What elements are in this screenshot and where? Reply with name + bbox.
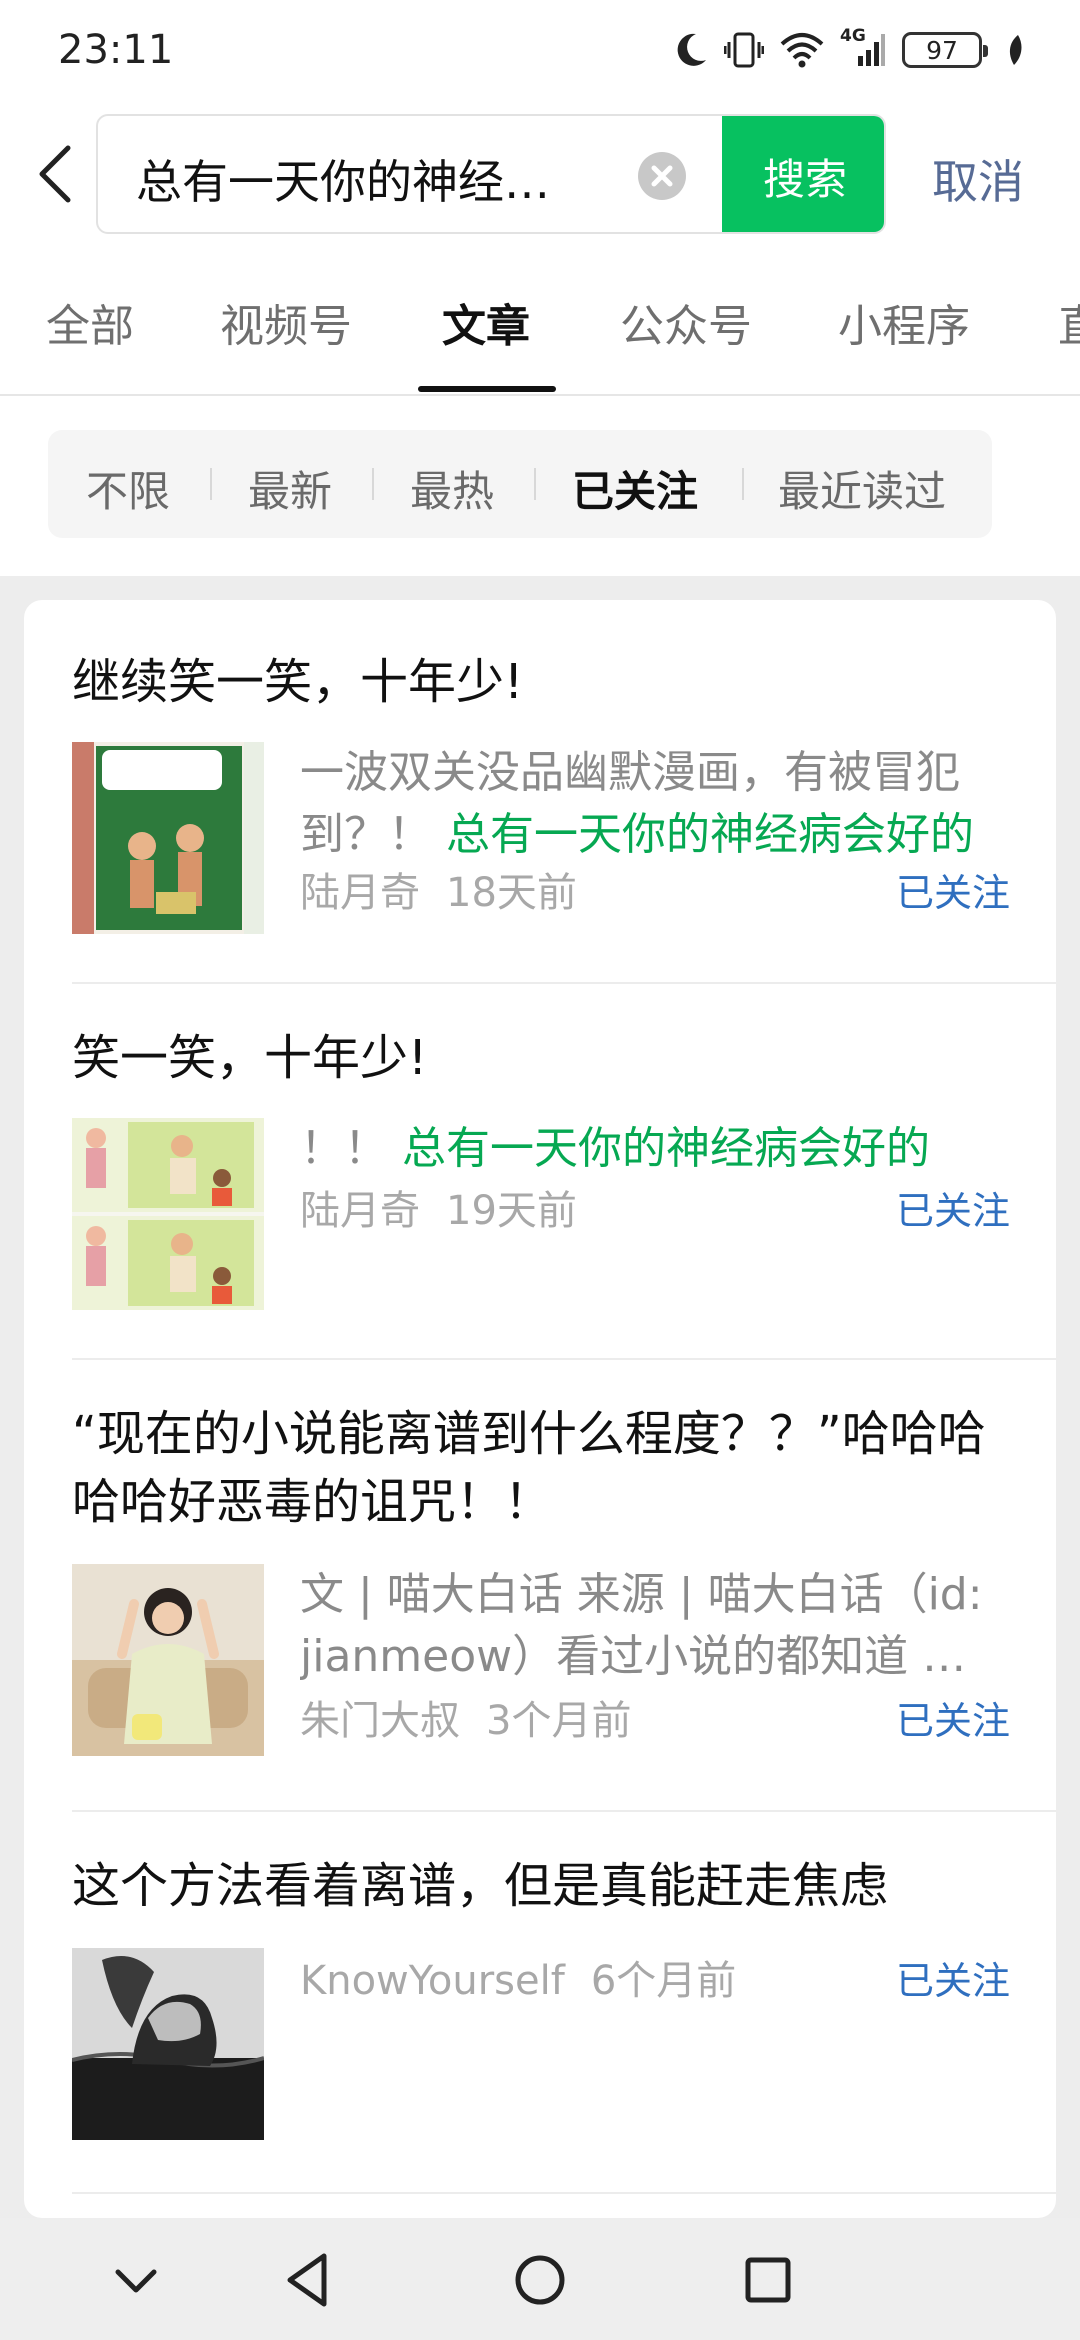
search-input[interactable]: 总有一天你的神经… 搜索 [96,114,886,234]
search-query[interactable]: 总有一天你的神经… [136,146,616,212]
back-arrow-icon[interactable] [30,142,86,206]
back-triangle-icon[interactable] [278,2248,342,2312]
filter-divider [742,468,744,500]
article-snippet: ！！ 总有一天你的神经病会好的 [300,1118,1010,1180]
snippet-text: ！！ [300,1123,388,1174]
tab-articles[interactable]: 文章 [442,290,530,354]
article-meta: 陆月奇 18天前 [300,860,577,918]
tab-mini-programs[interactable]: 小程序 [838,290,970,354]
article-thumbnail[interactable] [72,1118,264,1310]
followed-badge: 已关注 [895,1699,1010,1743]
snippet-line-2: jianmeow）看过小说的都知道 反… [300,1631,1010,1682]
wifi-icon [780,33,824,68]
article-snippet: 文 | 喵大白话 来源 | 喵大白话（id: jianmeow）看过小说的都知道… [300,1564,1010,1688]
article-author: 陆月奇 [300,1188,420,1234]
article-result[interactable]: “现在的小说能离谱到什么程度？？”哈哈哈哈哈好恶毒的诅咒！！ 文 | 喵大白话 … [72,1400,1056,1812]
filter-divider [210,468,212,500]
search-button[interactable]: 搜索 [722,116,884,232]
article-title[interactable]: 笑一笑，十年少! [72,1024,1022,1092]
status-bar: 23:11 4G 97 [0,0,1080,100]
active-tab-indicator [418,386,556,392]
article-title[interactable]: 这个方法看着离谱，但是真能赶走焦虑 [72,1852,1022,1920]
followed-badge: 已关注 [895,1959,1010,2003]
clear-icon[interactable] [638,152,686,200]
article-meta: 陆月奇 19天前 [300,1178,577,1236]
tab-live[interactable]: 直 [1058,290,1080,354]
tab-all[interactable]: 全部 [46,290,134,354]
article-time: 19天前 [446,1188,577,1234]
article-thumbnail[interactable] [72,1948,264,2140]
recents-square-icon[interactable] [736,2248,800,2312]
article-thumbnail[interactable] [72,1564,264,1756]
article-thumbnail[interactable] [72,742,264,934]
category-tabs: 全部 视频号 文章 公众号 小程序 直 [0,250,1080,396]
article-author: KnowYourself [300,1958,565,2004]
chevron-down-icon[interactable] [104,2248,168,2312]
article-time: 6个月前 [590,1958,737,2004]
article-result[interactable]: 这个方法看着离谱，但是真能赶走焦虑 KnowYourself 6个月前 已关注 [72,1852,1056,2194]
results-list: 继续笑一笑，十年少! 一波双关没品幽默漫画，有被冒犯到？！ 总有一天你的神经病会… [24,600,1056,2218]
article-author: 陆月奇 [300,870,420,916]
article-time: 18天前 [446,870,577,916]
snippet-line-1: 文 | 喵大白话 来源 | 喵大白话（id: [300,1569,983,1620]
article-snippet: 一波双关没品幽默漫画，有被冒犯到？！ 总有一天你的神经病会好的 [300,742,1010,866]
snippet-keyword: 总有一天你的神经病会好的 [402,1123,930,1174]
article-meta: KnowYourself 6个月前 [300,1948,736,2006]
cancel-button[interactable]: 取消 [932,146,1024,212]
home-circle-icon[interactable] [508,2248,572,2312]
followed-badge: 已关注 [895,871,1010,915]
tab-channels[interactable]: 视频号 [220,290,352,354]
snippet-keyword: 总有一天你的神经病会好的 [446,809,974,860]
article-author: 朱门大叔 [300,1698,460,1744]
leaf-icon [1009,35,1022,65]
filter-latest[interactable]: 最新 [248,458,332,519]
filter-any[interactable]: 不限 [86,458,170,519]
vibrate-icon [724,32,764,68]
filter-bar: 不限 最新 最热 已关注 最近读过 [0,396,1080,576]
article-time: 3个月前 [486,1698,632,1744]
filter-divider [372,468,374,500]
filter-pill: 不限 最新 最热 已关注 最近读过 [48,430,992,538]
system-nav-bar [0,2218,1080,2340]
status-time: 23:11 [58,27,174,73]
signal-icon: 4G [840,26,886,70]
search-bar: 总有一天你的神经… 搜索 取消 [0,100,1080,250]
battery-level: 97 [926,35,958,65]
filter-recently-read[interactable]: 最近读过 [778,458,946,519]
article-title[interactable]: 继续笑一笑，十年少! [72,648,1022,716]
filter-followed[interactable]: 已关注 [572,458,698,519]
battery-icon: 97 [902,32,988,68]
filter-hottest[interactable]: 最热 [410,458,494,519]
status-icons: 4G 97 [674,26,1026,70]
article-meta: 朱门大叔 3个月前 [300,1688,631,1746]
article-title[interactable]: “现在的小说能离谱到什么程度？？”哈哈哈哈哈好恶毒的诅咒！！ [72,1400,1022,1536]
moon-icon [677,33,706,66]
filter-divider [534,468,536,500]
tab-official-accounts[interactable]: 公众号 [620,290,752,354]
article-result[interactable]: 继续笑一笑，十年少! 一波双关没品幽默漫画，有被冒犯到？！ 总有一天你的神经病会… [72,648,1056,984]
followed-badge: 已关注 [895,1189,1010,1233]
article-result[interactable]: 笑一笑，十年少! ！！ 总有一天你的神经病会好的 陆月奇 19天前 已关注 [72,1024,1056,1360]
